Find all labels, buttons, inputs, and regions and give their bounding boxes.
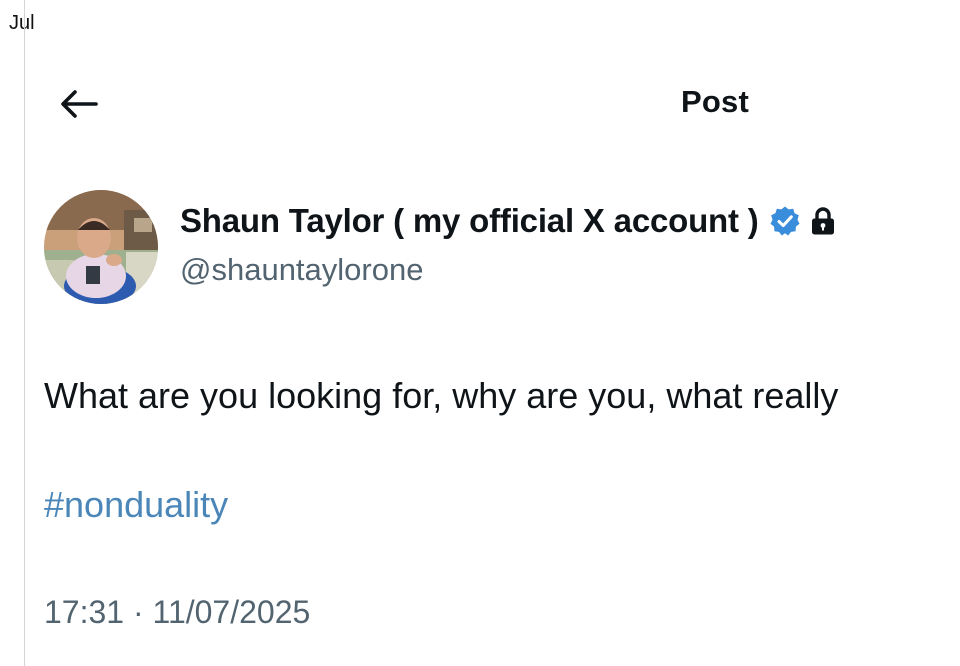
avatar[interactable] <box>44 190 158 304</box>
post-text: What are you looking for, why are you, w… <box>44 375 839 416</box>
post-time: 17:31 <box>44 594 125 630</box>
author-display-name[interactable]: Shaun Taylor ( my official X account ) <box>180 202 759 240</box>
verified-badge-icon <box>769 205 801 237</box>
avatar-photo <box>44 190 158 304</box>
timestamp-separator: · <box>132 594 144 630</box>
post-page: Jul Post Shaun Taylor ( my official X ac… <box>0 0 960 666</box>
lock-icon <box>809 206 837 236</box>
author-handle[interactable]: @shauntaylorone <box>180 252 423 288</box>
arrow-left-icon <box>61 90 98 118</box>
page-title: Post <box>681 84 749 119</box>
post-timestamp[interactable]: 17:31 · 11/07/2025 <box>44 594 310 631</box>
post-date: 11/07/2025 <box>152 594 311 630</box>
author-name-row[interactable]: Shaun Taylor ( my official X account ) <box>180 202 837 240</box>
hashtag-link[interactable]: #nonduality <box>44 484 228 526</box>
back-button[interactable] <box>52 80 104 128</box>
left-divider <box>24 0 25 666</box>
side-month-label: Jul <box>9 12 35 34</box>
